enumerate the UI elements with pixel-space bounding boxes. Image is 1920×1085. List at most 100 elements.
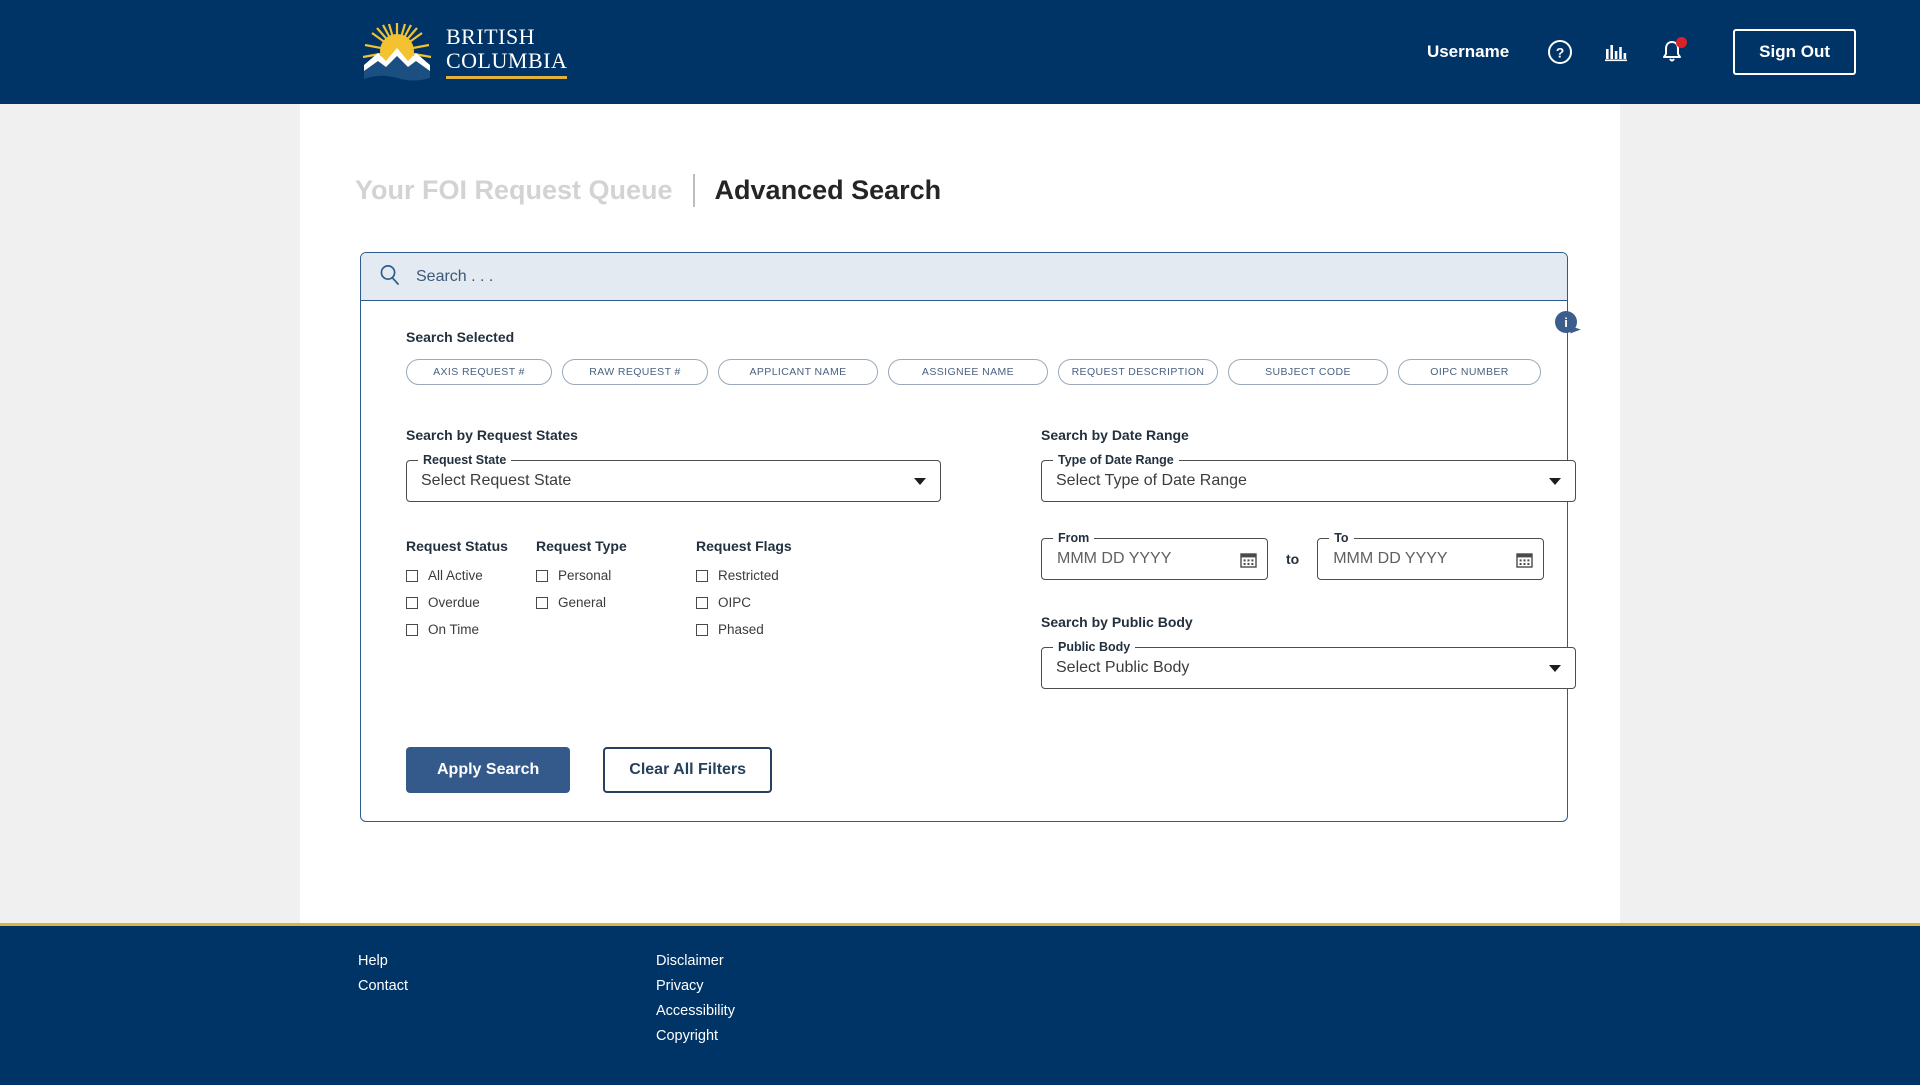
- checkbox-label: OIPC: [718, 595, 752, 610]
- checkbox-groups: Request Status All Active Overdue On Tim…: [406, 538, 941, 649]
- main-content: Your FOI Request Queue Advanced Search i…: [300, 104, 1620, 923]
- checkbox-icon: [406, 596, 418, 609]
- footer-link-contact[interactable]: Contact: [358, 978, 656, 994]
- chip-assignee-name[interactable]: ASSIGNEE NAME: [888, 359, 1048, 385]
- notification-badge: [1676, 37, 1688, 48]
- type-of-date-range-value: Select Type of Date Range: [1056, 472, 1247, 489]
- header-actions: Username ? Sign Out: [1427, 0, 1856, 104]
- info-tooltip-icon[interactable]: i: [1555, 311, 1577, 333]
- page-title: Advanced Search: [714, 175, 942, 205]
- date-to-label: To: [1329, 531, 1354, 545]
- checkbox-label: On Time: [428, 622, 480, 637]
- checkbox-icon: [696, 596, 708, 609]
- bell-icon[interactable]: [1655, 35, 1689, 69]
- breadcrumb-previous[interactable]: Your FOI Request Queue: [355, 175, 673, 206]
- request-type-heading: Request Type: [536, 538, 627, 554]
- chevron-down-icon: [914, 477, 926, 485]
- logo-gold-rule: [446, 75, 568, 79]
- checkbox-label: General: [558, 595, 607, 610]
- advanced-search-panel: i Search Selected AXIS REQUEST # RAW REQ…: [360, 252, 1577, 822]
- action-buttons: Apply Search Clear All Filters: [406, 747, 1567, 793]
- request-states-heading: Search by Request States: [406, 427, 578, 443]
- checkbox-label: Overdue: [428, 595, 480, 610]
- logo-line-1: BRITISH: [446, 23, 536, 49]
- request-status-group: Request Status All Active Overdue On Tim…: [406, 538, 536, 649]
- bc-logo[interactable]: BRITISH COLUMBIA: [358, 21, 568, 83]
- public-body-select[interactable]: Public Body Select Public Body: [1041, 640, 1576, 689]
- breadcrumb: Your FOI Request Queue Advanced Search: [355, 174, 1620, 207]
- calendar-icon[interactable]: [1516, 551, 1533, 568]
- chip-applicant-name[interactable]: APPLICANT NAME: [718, 359, 878, 385]
- site-header: BRITISH COLUMBIA Username ? Sign Out: [0, 0, 1920, 104]
- date-range-heading: Search by Date Range: [1041, 427, 1189, 443]
- checkbox-oipc[interactable]: OIPC: [696, 595, 792, 610]
- chip-raw-request-number[interactable]: RAW REQUEST #: [562, 359, 708, 385]
- date-from-input[interactable]: [1055, 549, 1215, 569]
- request-states-column: Search by Request States Request State S…: [406, 427, 941, 689]
- public-body-heading: Search by Public Body: [1041, 614, 1193, 630]
- checkbox-phased[interactable]: Phased: [696, 622, 792, 637]
- request-state-value: Select Request State: [421, 472, 572, 489]
- checkbox-label: Phased: [718, 622, 764, 637]
- footer-link-copyright[interactable]: Copyright: [656, 1028, 735, 1044]
- chip-oipc-number[interactable]: OIPC NUMBER: [1398, 359, 1541, 385]
- chip-request-description[interactable]: REQUEST DESCRIPTION: [1058, 359, 1218, 385]
- question-circle-icon[interactable]: ?: [1543, 35, 1577, 69]
- public-body-label: Public Body: [1053, 640, 1136, 654]
- checkbox-label: All Active: [428, 568, 483, 583]
- checkbox-label: Restricted: [718, 568, 779, 583]
- checkbox-restricted[interactable]: Restricted: [696, 568, 792, 583]
- search-selected-label: Search Selected: [406, 329, 515, 345]
- date-range-separator: to: [1286, 551, 1300, 567]
- logo-line-2: COLUMBIA: [446, 47, 568, 73]
- request-status-heading: Request Status: [406, 538, 508, 554]
- public-body-value: Select Public Body: [1056, 659, 1190, 676]
- apply-search-button[interactable]: Apply Search: [406, 747, 571, 793]
- checkbox-icon: [406, 623, 418, 636]
- date-range-row: From MMM DD YYYY to To MMM DD YYYY: [1041, 531, 1576, 580]
- checkbox-personal[interactable]: Personal: [536, 568, 696, 583]
- search-input[interactable]: [414, 266, 1214, 287]
- bc-sun-mountain-logo-icon: [358, 21, 436, 83]
- checkbox-icon: [696, 569, 708, 582]
- date-to-field[interactable]: To: [1317, 531, 1545, 580]
- footer-link-accessibility[interactable]: Accessibility: [656, 1003, 735, 1019]
- username-label[interactable]: Username: [1427, 42, 1509, 62]
- clear-all-filters-button[interactable]: Clear All Filters: [603, 747, 773, 793]
- bc-logo-wordmark: BRITISH COLUMBIA: [446, 23, 568, 79]
- request-flags-heading: Request Flags: [696, 538, 792, 554]
- checkbox-label: Personal: [558, 568, 612, 583]
- sign-out-button[interactable]: Sign Out: [1733, 29, 1856, 75]
- chevron-down-icon: [1549, 477, 1561, 485]
- search-icon: [379, 264, 400, 290]
- date-from-label: From: [1053, 531, 1095, 545]
- calendar-icon[interactable]: [1240, 551, 1257, 568]
- checkbox-icon: [536, 569, 548, 582]
- date-to-input[interactable]: [1331, 549, 1492, 569]
- breadcrumb-divider: [692, 174, 695, 207]
- checkbox-all-active[interactable]: All Active: [406, 568, 536, 583]
- footer-link-privacy[interactable]: Privacy: [656, 978, 735, 994]
- footer-column-1: Help Contact: [358, 953, 656, 1085]
- checkbox-general[interactable]: General: [536, 595, 696, 610]
- search-bar[interactable]: [361, 253, 1567, 301]
- chip-axis-request-number[interactable]: AXIS REQUEST #: [406, 359, 552, 385]
- request-flags-group: Request Flags Restricted OIPC Phased: [696, 538, 792, 649]
- panel-body: Search Selected AXIS REQUEST # RAW REQUE…: [361, 301, 1576, 821]
- footer-link-help[interactable]: Help: [358, 953, 656, 969]
- checkbox-on-time[interactable]: On Time: [406, 622, 536, 637]
- checkbox-overdue[interactable]: Overdue: [406, 595, 536, 610]
- request-state-select[interactable]: Request State Select Request State: [406, 453, 941, 502]
- footer-link-disclaimer[interactable]: Disclaimer: [656, 953, 735, 969]
- bar-chart-icon[interactable]: [1599, 35, 1633, 69]
- footer-column-2: Disclaimer Privacy Accessibility Copyrig…: [656, 953, 735, 1085]
- chip-subject-code[interactable]: SUBJECT CODE: [1228, 359, 1388, 385]
- checkbox-icon: [696, 623, 708, 636]
- filter-columns: Search by Request States Request State S…: [361, 427, 1576, 689]
- date-range-column: Search by Date Range Type of Date Range …: [1041, 427, 1576, 689]
- type-of-date-range-label: Type of Date Range: [1053, 453, 1179, 467]
- type-of-date-range-select[interactable]: Type of Date Range Select Type of Date R…: [1041, 453, 1576, 502]
- page-background: Your FOI Request Queue Advanced Search i…: [0, 104, 1920, 923]
- date-from-field[interactable]: From: [1041, 531, 1268, 580]
- site-footer: Help Contact Disclaimer Privacy Accessib…: [0, 923, 1920, 1085]
